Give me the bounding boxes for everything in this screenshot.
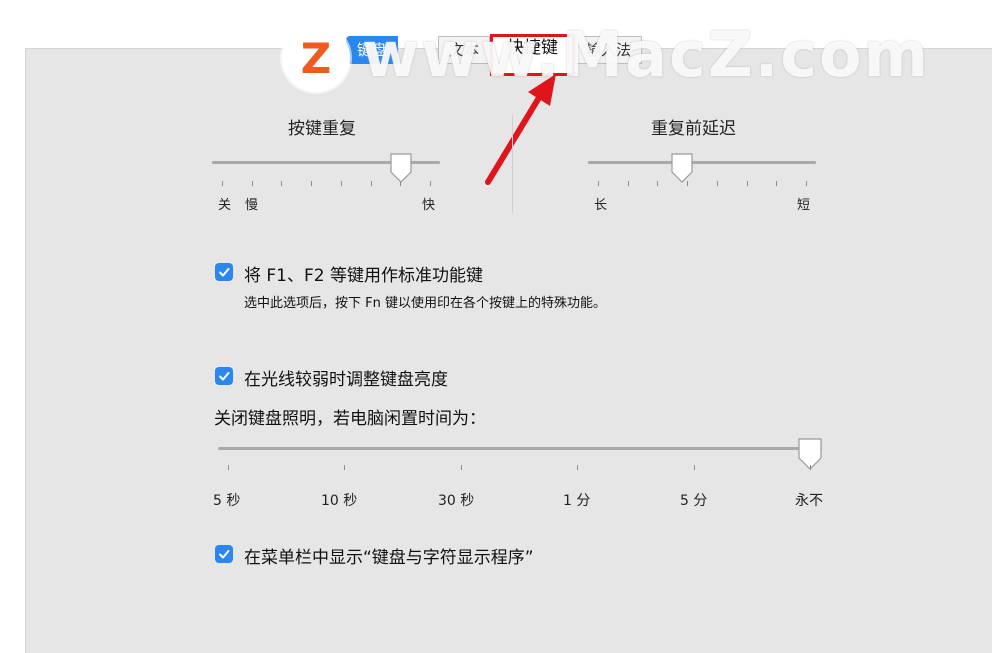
delay-thumb[interactable] (670, 152, 694, 184)
delay-heading: 重复前延迟 (651, 119, 736, 139)
backlight-tick (693, 465, 695, 470)
brightness-checkbox[interactable] (215, 367, 233, 385)
delay-tick (716, 181, 718, 186)
delay-tick (627, 181, 629, 186)
backlight-stop-label: 1 分 (563, 493, 591, 509)
red-arrow-icon (485, 74, 556, 185)
watermark-logo: Z (282, 24, 350, 92)
backlight-stop-label: 10 秒 (321, 493, 358, 509)
key-repeat-tick (281, 181, 283, 186)
delay-tick (598, 181, 599, 186)
key-repeat-tick (370, 181, 372, 186)
fn-keys-label[interactable]: 将 F1、F2 等键用作标准功能键 (244, 261, 483, 286)
brightness-label[interactable]: 在光线较弱时调整键盘亮度 (244, 365, 448, 390)
key-repeat-slow-label: 慢 (245, 198, 259, 213)
key-repeat-tick (430, 181, 431, 186)
delay-long-label: 长 (594, 198, 608, 213)
delay-tick (746, 181, 748, 186)
backlight-off-label: 关闭键盘照明，若电脑闲置时间为： (214, 409, 486, 429)
backlight-tick (228, 465, 229, 470)
key-repeat-tick (340, 181, 342, 186)
key-repeat-off-label: 关 (218, 198, 232, 213)
backlight-tick (344, 465, 346, 470)
key-repeat-heading: 按键重复 (288, 119, 356, 139)
show-viewer-checkbox[interactable] (215, 545, 233, 563)
backlight-stop-label: 永不 (795, 493, 823, 509)
fn-keys-checkbox[interactable] (215, 263, 233, 281)
delay-tick (806, 181, 807, 186)
backlight-tick (577, 465, 579, 470)
key-repeat-tick (311, 181, 313, 186)
fn-keys-note: 选中此选项后，按下 Fn 键以使用印在各个按键上的特殊功能。 (244, 296, 606, 311)
checkmark-icon (219, 550, 230, 559)
checkmark-icon (219, 372, 230, 381)
delay-short-label: 短 (797, 198, 811, 213)
delay-tick (657, 181, 659, 186)
key-repeat-fast-label: 快 (422, 198, 436, 213)
key-repeat-tick (251, 181, 253, 186)
watermark-text: www.MacZ.com (362, 18, 931, 91)
delay-track (588, 161, 816, 164)
checkmark-icon (219, 268, 230, 277)
backlight-tick (460, 465, 462, 470)
delay-tick (776, 181, 778, 186)
backlight-track (218, 447, 822, 450)
backlight-stop-label: 5 秒 (213, 493, 241, 509)
section-divider (512, 115, 513, 213)
backlight-stop-label: 30 秒 (438, 493, 475, 509)
key-repeat-thumb[interactable] (389, 152, 413, 184)
backlight-stop-label: 5 分 (680, 493, 708, 509)
show-viewer-label[interactable]: 在菜单栏中显示“键盘与字符显示程序” (244, 543, 534, 568)
key-repeat-tick (222, 181, 223, 186)
backlight-tick (810, 465, 811, 470)
